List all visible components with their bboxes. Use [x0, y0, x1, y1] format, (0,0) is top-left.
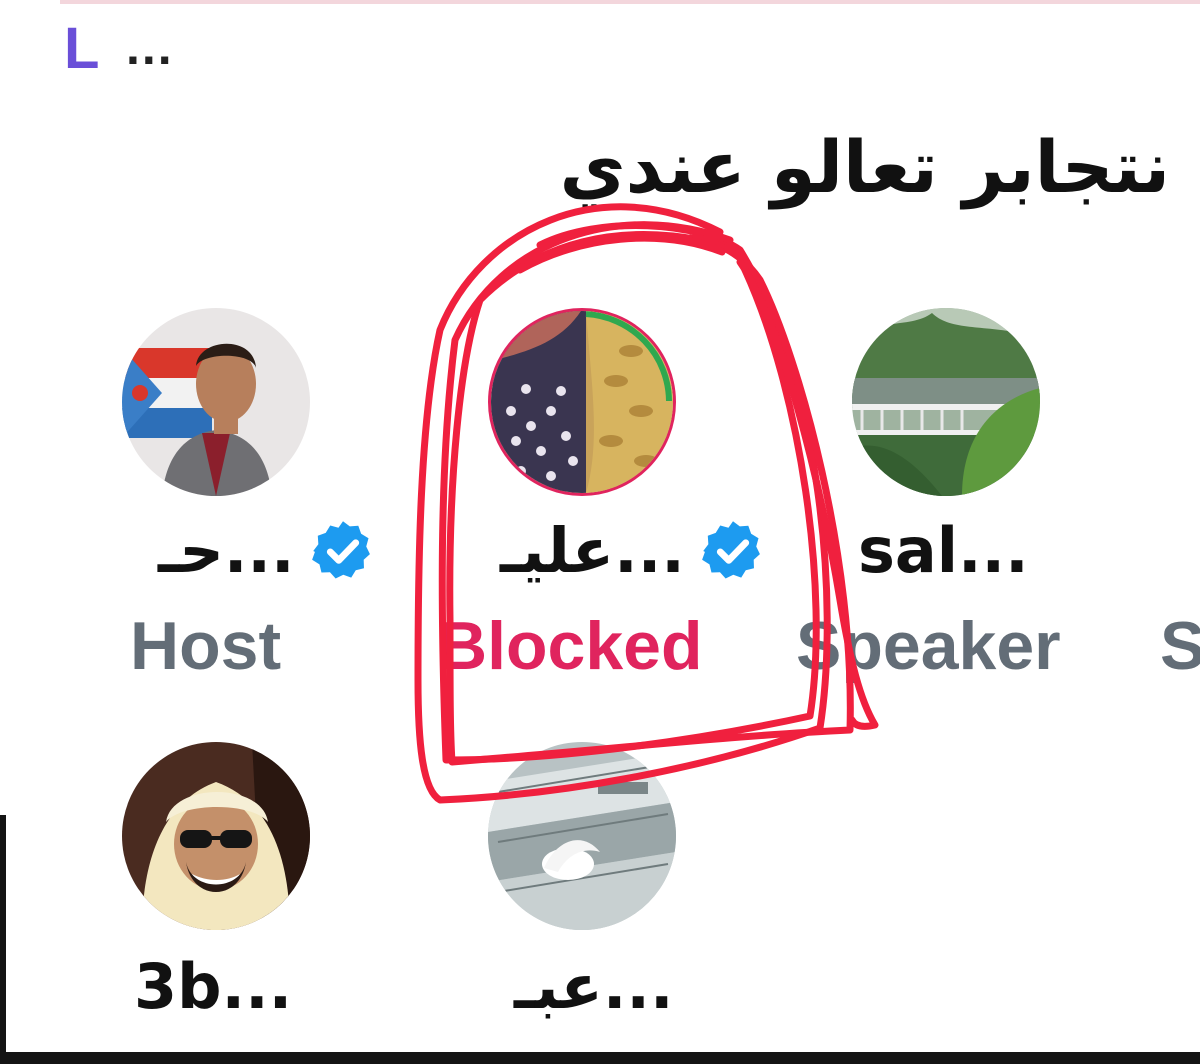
header-avatar-initial[interactable]: L	[64, 20, 99, 78]
participant-name-row: sal...	[858, 516, 1029, 586]
verified-badge-icon	[311, 521, 370, 579]
avatar[interactable]	[488, 308, 676, 496]
more-options-icon[interactable]: ...	[126, 22, 174, 72]
participant-role: Host	[130, 608, 282, 684]
participant-name-row: عبـ...	[514, 952, 674, 1022]
participant-role: Speaker	[796, 608, 1061, 684]
space-title: نتجابر تعالو عندي	[559, 125, 1170, 209]
avatar[interactable]	[122, 742, 310, 930]
participant-name: عليـ...	[500, 514, 685, 587]
user-avatar-photo-icon	[852, 308, 1040, 496]
avatar[interactable]	[852, 308, 1040, 496]
user-avatar-photo-icon	[122, 308, 310, 496]
participant-name: حـ...	[158, 514, 295, 587]
participant-name-row: حـ...	[158, 516, 377, 586]
frame-edge	[0, 815, 6, 1064]
top-divider	[60, 0, 1200, 4]
bottom-frame-bar	[0, 1052, 1200, 1064]
user-avatar-photo-icon	[122, 742, 310, 930]
participant-name: 3b...	[134, 950, 293, 1023]
twitter-space-screen: L ... نتجابر تعالو عندي حـ... Host عليـ.…	[0, 0, 1200, 1064]
participant-role-blocked: Blocked	[438, 608, 703, 684]
participant-role: S	[1160, 608, 1200, 684]
participant-name-row: عليـ...	[500, 516, 767, 586]
participant-name: عبـ...	[514, 950, 674, 1023]
participant-name: sal...	[858, 514, 1029, 587]
avatar[interactable]	[488, 742, 676, 930]
user-avatar-photo-icon	[488, 742, 676, 930]
avatar[interactable]	[122, 308, 310, 496]
verified-badge-icon	[701, 521, 760, 579]
user-avatar-photo-icon	[491, 311, 673, 493]
participant-name-row: 3b...	[134, 952, 292, 1022]
